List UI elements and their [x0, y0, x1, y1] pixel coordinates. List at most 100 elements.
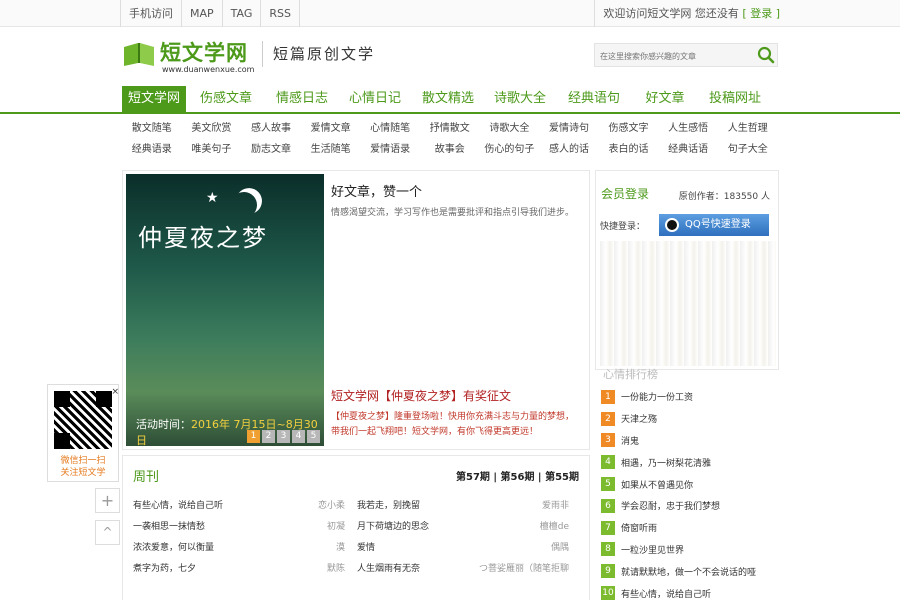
weekly-item-title[interactable]: 我若走，别挽留 [357, 496, 420, 517]
slide-page-2[interactable]: 2 [262, 430, 275, 443]
featured-description: 情感渴望交流，学习写作也是需要批评和指点引导我们进步。 [331, 208, 575, 218]
sub-nav-link[interactable]: 爱情诗句 [539, 118, 599, 139]
contest-headline[interactable]: 短文学网【仲夏夜之梦】有奖征文 [331, 387, 581, 404]
weekly-item-author[interactable]: 漠 [336, 538, 345, 559]
sub-nav-link[interactable]: 心情随笔 [360, 118, 420, 139]
slide-page-5[interactable]: 5 [307, 430, 320, 443]
rank-item-label: 天津之殇 [621, 415, 658, 426]
qr-code-icon [54, 391, 112, 449]
issue-55-link[interactable]: 第55期 [545, 472, 579, 483]
rank-item-label: 一粒沙里见世界 [621, 545, 685, 556]
weekly-item: 月下荷塘边的思念 檀檀de [357, 517, 581, 538]
weekly-item: 爱情 偶隅 [357, 538, 581, 559]
weekly-item-author[interactable]: つ菩娑雁丽（随笔拒聊 [479, 559, 569, 580]
slide-page-4[interactable]: 4 [292, 430, 305, 443]
nav-item-emotion-log[interactable]: 情感日志 [266, 86, 338, 112]
weekly-title: 周刊 [133, 470, 160, 485]
rank-number: 9 [601, 564, 615, 579]
list-item[interactable]: 6 学会忍耐，忠于我们梦想 [601, 495, 756, 517]
rank-number: 8 [601, 542, 615, 557]
slide-page-3[interactable]: 3 [277, 430, 290, 443]
weekly-item-author[interactable]: 恋小柔 [318, 496, 345, 517]
site-logo[interactable]: 短文学网 www.duanwenxue.com [122, 37, 262, 77]
list-item[interactable]: 3 消鬼 [601, 430, 756, 452]
nav-item-submit[interactable]: 投稿网址 [698, 86, 772, 112]
sub-nav-link[interactable]: 伤心的句子 [480, 139, 540, 160]
list-item[interactable]: 1 一份能力一份工资 [601, 386, 756, 408]
sub-nav-link[interactable]: 励志文章 [241, 139, 301, 160]
back-to-top-icon[interactable]: ^ [95, 520, 120, 545]
weekly-item-title[interactable]: 一袭相思一抹情愁 [133, 517, 205, 538]
weekly-item-title[interactable]: 人生烟雨有无奈 [357, 559, 420, 580]
weekly-item: 有些心情，说给自己听 恋小柔 [133, 496, 357, 517]
top-link-tag[interactable]: TAG [223, 0, 262, 27]
table-row: 浓浓爱意，何以衡量 漠爱情 偶隅 [133, 538, 581, 559]
weekly-item-author[interactable]: 檀檀de [540, 517, 569, 538]
weekly-list: 有些心情，说给自己听 恋小柔 我若走，别挽留 爱雨非一袭相思一抹情愁 初凝 月下荷塘边的思… [133, 496, 581, 580]
star-icon: ★ [206, 190, 219, 206]
weekly-item-author[interactable]: 爱雨非 [542, 496, 569, 517]
weekly-item-title[interactable]: 煮字为药，七夕 [133, 559, 196, 580]
sub-nav-link[interactable]: 唯美句子 [182, 139, 242, 160]
weekly-item-author[interactable]: 默陈 [327, 559, 345, 580]
sub-nav-link[interactable]: 爱情语录 [360, 139, 420, 160]
top-link-rss[interactable]: RSS [261, 0, 300, 27]
weekly-item-title[interactable]: 月下荷塘边的思念 [357, 517, 429, 538]
issue-56-link[interactable]: 第56期 [501, 472, 535, 483]
sub-nav-link[interactable]: 抒情散文 [420, 118, 480, 139]
sub-nav-link[interactable]: 诗歌大全 [480, 118, 540, 139]
sub-nav-link[interactable]: 经典语录 [122, 139, 182, 160]
sub-nav-link[interactable]: 伤感文字 [599, 118, 659, 139]
issue-57-link[interactable]: 第57期 [456, 472, 490, 483]
sub-nav-link[interactable]: 生活随笔 [301, 139, 361, 160]
weekly-item-title[interactable]: 有些心情，说给自己听 [133, 496, 223, 517]
sub-nav-link[interactable]: 人生感悟 [658, 118, 718, 139]
nav-item-good-articles[interactable]: 好文章 [632, 86, 698, 112]
list-item[interactable]: 7 倚窗听雨 [601, 517, 756, 539]
list-item[interactable]: 10 有些心情，说给自己听 [601, 582, 756, 604]
weekly-item-author[interactable]: 偶隅 [551, 538, 569, 559]
main-nav: 短文学网 伤感文章 情感日志 心情日记 散文精选 诗歌大全 经典语句 好文章 投… [0, 86, 900, 114]
ranking-list: 1 一份能力一份工资 2 天津之殇 3 消鬼 4 相遇，乃一树梨花清雅 5 如果从不曾遇见你 6 学会… [601, 386, 756, 604]
list-item[interactable]: 9 就请默默地，做一个不会说话的哑 [601, 560, 756, 582]
top-link-map[interactable]: MAP [182, 0, 223, 27]
sub-nav-link[interactable]: 感人故事 [241, 118, 301, 139]
nav-item-quotes[interactable]: 经典语句 [556, 86, 632, 112]
nav-item-prose[interactable]: 散文精选 [412, 86, 484, 112]
weekly-item-title[interactable]: 浓浓爱意，何以衡量 [133, 538, 214, 559]
rank-item-label: 倚窗听雨 [621, 524, 658, 535]
featured-section: ★ 仲夏夜之梦 活动时间：2016年 7月15日~8月30日 1 2 3 4 5… [122, 170, 590, 450]
nav-item-sad-articles[interactable]: 伤感文章 [186, 86, 266, 112]
search-icon[interactable] [757, 46, 775, 64]
sub-nav-link[interactable]: 表白的话 [599, 139, 659, 160]
weekly-item-author[interactable]: 初凝 [327, 517, 345, 538]
close-icon[interactable]: × [111, 387, 119, 397]
weekly-item-title[interactable]: 爱情 [357, 538, 375, 559]
list-item[interactable]: 2 天津之殇 [601, 408, 756, 430]
sub-nav-link[interactable]: 感人的话 [539, 139, 599, 160]
search-input[interactable] [595, 45, 753, 68]
nav-item-mood-diary[interactable]: 心情日记 [338, 86, 412, 112]
sub-nav-link[interactable]: 散文随笔 [122, 118, 182, 139]
qq-login-button[interactable]: QQ号快速登录 [659, 214, 769, 236]
list-item[interactable]: 8 一粒沙里见世界 [601, 539, 756, 561]
top-link-mobile[interactable]: 手机访问 [120, 0, 182, 27]
list-item[interactable]: 4 相遇，乃一树梨花清雅 [601, 451, 756, 473]
plus-icon[interactable]: + [95, 488, 120, 513]
sub-nav-link[interactable]: 爱情文章 [301, 118, 361, 139]
list-item[interactable]: 5 如果从不曾遇见你 [601, 473, 756, 495]
featured-slideshow[interactable]: ★ 仲夏夜之梦 活动时间：2016年 7月15日~8月30日 1 2 3 4 5 [126, 174, 324, 446]
rank-item-label: 消鬼 [621, 436, 640, 447]
featured-headline[interactable]: 好文章，赞一个 [331, 181, 581, 200]
sub-nav-link[interactable]: 经典话语 [658, 139, 718, 160]
sub-nav-link[interactable]: 美文欣赏 [182, 118, 242, 139]
rank-item-label: 如果从不曾遇见你 [621, 480, 694, 491]
login-link[interactable]: [ 登录 ] [742, 7, 780, 20]
nav-item-poems[interactable]: 诗歌大全 [484, 86, 556, 112]
sub-nav-link[interactable]: 故事会 [420, 139, 480, 160]
nav-item-home[interactable]: 短文学网 [122, 86, 186, 112]
slide-page-1[interactable]: 1 [247, 430, 260, 443]
qq-icon [665, 218, 679, 232]
sub-nav-link[interactable]: 人生哲理 [718, 118, 778, 139]
sub-nav-link[interactable]: 句子大全 [718, 139, 778, 160]
